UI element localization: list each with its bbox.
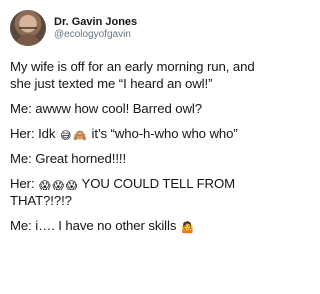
tweet-text-4: Me: Great horned!!!! <box>10 151 127 166</box>
shrug-emoji-icon: 🤷 <box>180 222 195 234</box>
tweet-text-3-suffix: it’s “who-h-who who who” <box>91 126 238 141</box>
tweet-paragraph-3: Her: Idk 😅 🙈 it’s “who-h-who who who” <box>10 125 255 142</box>
tweet-header: Dr. Gavin Jones @ecologyofgavin <box>10 8 263 48</box>
author-names: Dr. Gavin Jones @ecologyofgavin <box>54 16 137 41</box>
tweet-paragraph-1: My wife is off for an early morning run,… <box>10 58 255 92</box>
tweet-text-3-prefix: Her: Idk <box>10 126 56 141</box>
screaming-face-emoji-icon: 😱 <box>39 180 51 192</box>
tweet-text-1: My wife is off for an early morning run,… <box>10 59 255 91</box>
tweet-paragraph-2: Me: awww how cool! Barred owl? <box>10 100 255 117</box>
tweet-paragraph-5: Her: 😱 😱 😱 YOU COULD TELL FROM THAT?!?!? <box>10 175 255 209</box>
sweat-smile-emoji-icon: 😅 <box>59 130 72 142</box>
tweet-paragraph-6: Me: i…. I have no other skills 🤷 <box>10 217 255 234</box>
tweet-card: Dr. Gavin Jones @ecologyofgavin My wife … <box>0 0 263 294</box>
tweet-body: My wife is off for an early morning run,… <box>10 58 255 234</box>
tweet-text-2: Me: awww how cool! Barred owl? <box>10 101 202 116</box>
tweet-paragraph-4: Me: Great horned!!!! <box>10 150 255 167</box>
author-handle[interactable]: @ecologyofgavin <box>54 29 137 41</box>
screaming-face-emoji-icon: 😱 <box>65 180 78 192</box>
screaming-face-emoji-icon: 😱 <box>52 180 64 192</box>
author-display-name[interactable]: Dr. Gavin Jones <box>54 16 137 29</box>
avatar[interactable] <box>10 10 46 46</box>
tweet-text-5-prefix: Her: <box>10 176 35 191</box>
tweet-text-6-prefix: Me: i…. I have no other skills <box>10 218 177 233</box>
see-no-evil-monkey-emoji-icon: 🙈 <box>73 130 87 142</box>
